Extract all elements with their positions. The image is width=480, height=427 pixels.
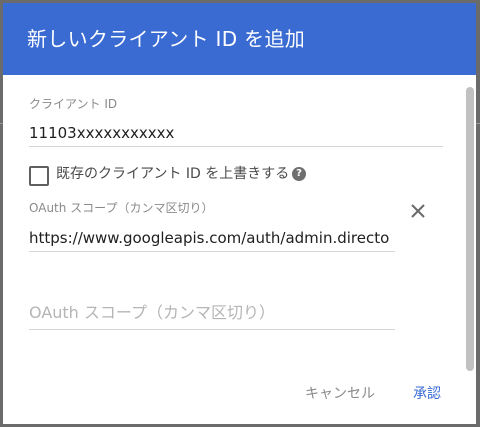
approve-button[interactable]: 承認 — [413, 384, 441, 404]
dialog-title: 新しいクライアント ID を追加 — [27, 27, 306, 51]
add-client-dialog: 新しいクライアント ID を追加 クライアント ID 11103xxxxxxxx… — [3, 3, 476, 424]
dialog-header: 新しいクライアント ID を追加 — [3, 3, 476, 75]
client-id-underline — [29, 146, 443, 147]
scope-1-input[interactable]: https://www.googleapis.com/auth/admin.di… — [29, 228, 395, 248]
overwrite-checkbox[interactable] — [29, 166, 49, 186]
scope-1-underline — [29, 251, 395, 252]
help-icon[interactable]: ? — [292, 167, 306, 181]
scope-1-label: OAuth スコープ（カンマ区切り） — [29, 201, 214, 215]
client-id-input[interactable]: 11103xxxxxxxxxxx — [29, 123, 441, 143]
client-id-label: クライアント ID — [29, 97, 118, 111]
dialog-scrollbar[interactable] — [466, 87, 474, 371]
scope-2-input[interactable]: OAuth スコープ（カンマ区切り） — [29, 302, 275, 324]
cancel-button[interactable]: キャンセル — [305, 384, 375, 404]
scope-2-underline — [29, 329, 395, 330]
background-line-right — [476, 123, 480, 124]
close-icon[interactable] — [408, 201, 428, 221]
overwrite-label: 既存のクライアント ID を上書きする — [56, 166, 290, 182]
